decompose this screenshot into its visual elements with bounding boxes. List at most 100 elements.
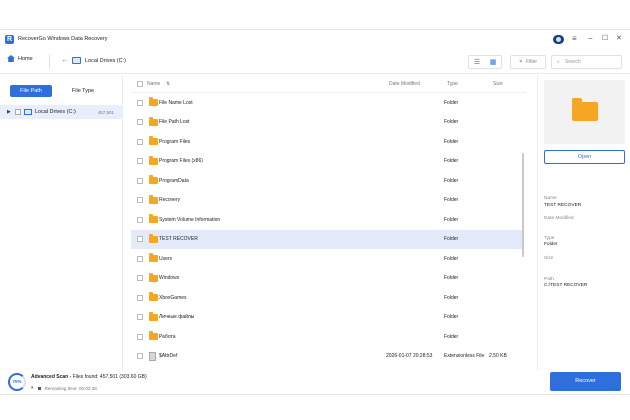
- files-found: Files found: 457,501 (303.60 GB): [72, 374, 147, 380]
- row-checkbox[interactable]: [137, 138, 143, 145]
- table-row[interactable]: XboxGames Folder: [131, 288, 523, 308]
- row-checkbox[interactable]: [137, 333, 143, 340]
- table-row[interactable]: Program Files Folder: [131, 132, 523, 152]
- folder-icon: [149, 214, 158, 224]
- preview-area: [544, 80, 625, 144]
- select-all-checkbox[interactable]: [137, 80, 143, 87]
- row-name: Program Files: [159, 138, 191, 145]
- minimize-icon[interactable]: −: [588, 34, 593, 44]
- table-row[interactable]: Recovery Folder: [131, 191, 523, 211]
- row-type: Folder: [444, 314, 459, 321]
- row-checkbox[interactable]: [137, 216, 143, 223]
- grid-view-icon[interactable]: ▦: [485, 56, 501, 68]
- row-type: Folder: [444, 255, 459, 262]
- row-name: $AttrDef: [159, 353, 178, 360]
- row-type: Folder: [444, 216, 459, 223]
- row-checkbox[interactable]: [137, 119, 143, 126]
- column-date-modified[interactable]: Date Modified: [389, 81, 420, 87]
- date-modified-label: Date Modified: [544, 216, 574, 221]
- toolbar-divider: [49, 55, 50, 69]
- list-header: Name ⇅ Date Modified Type Size: [131, 75, 526, 93]
- table-row[interactable]: Users Folder: [131, 249, 523, 269]
- row-date: 2026-01-07 20:28:53: [386, 353, 433, 360]
- table-row[interactable]: Работа Folder: [131, 327, 523, 347]
- folder-preview-icon: [572, 98, 598, 121]
- table-row[interactable]: TEST RECOVER Folder: [131, 229, 523, 249]
- row-checkbox[interactable]: [137, 99, 143, 106]
- maximize-icon[interactable]: ☐: [602, 34, 608, 44]
- row-checkbox[interactable]: [137, 158, 143, 165]
- scan-controls: ⏸ Remaining time: 00:03:28: [31, 385, 97, 391]
- table-row[interactable]: ProgramData Folder: [131, 171, 523, 191]
- table-row[interactable]: Личные файлы Folder: [131, 308, 523, 328]
- account-avatar-icon[interactable]: [553, 35, 564, 44]
- recover-button[interactable]: Recover: [550, 372, 621, 391]
- row-name: Windows: [159, 275, 180, 282]
- row-checkbox[interactable]: [137, 353, 143, 360]
- column-name[interactable]: Name: [147, 81, 160, 87]
- remaining-time: Remaining time: 00:03:28: [44, 385, 97, 391]
- row-name: XboxGames: [159, 294, 187, 301]
- row-name: TEST RECOVER: [159, 236, 198, 243]
- folder-icon: [149, 311, 158, 321]
- tab-file-path[interactable]: File Path: [10, 85, 52, 97]
- filter-label: Filter: [525, 59, 538, 65]
- search-placeholder: Search: [564, 59, 581, 65]
- folder-icon: [149, 253, 158, 263]
- row-name: Личные файлы: [159, 314, 195, 321]
- back-arrow-icon[interactable]: ←: [61, 56, 69, 64]
- table-row[interactable]: System Volume Information Folder: [131, 210, 523, 230]
- row-size: 2.50 KB: [489, 353, 507, 360]
- tree-item-local-drive[interactable]: ▶ Local Drives (C:) 457,501: [0, 105, 123, 119]
- table-row[interactable]: $AttrDef 2026-01-07 20:28:53 Extensionless…: [131, 347, 523, 367]
- table-row[interactable]: File Name Lost Folder: [131, 93, 523, 113]
- folder-icon: [149, 292, 158, 302]
- row-checkbox[interactable]: [137, 177, 143, 184]
- table-row[interactable]: File Path Lost Folder: [131, 113, 523, 133]
- row-type: Folder: [444, 119, 459, 126]
- path-value: C:/TEST RECOVER: [544, 283, 588, 288]
- row-checkbox[interactable]: [137, 197, 143, 204]
- tree-checkbox[interactable]: [14, 109, 21, 115]
- folder-icon: [149, 97, 158, 107]
- view-toggle: ☰ ▦: [468, 55, 502, 69]
- row-name: System Volume Information: [159, 216, 221, 223]
- row-checkbox[interactable]: [137, 255, 143, 262]
- row-type: Folder: [444, 138, 459, 145]
- stop-icon[interactable]: [37, 386, 41, 390]
- home-label: Home: [18, 55, 33, 62]
- drive-icon: [23, 109, 32, 115]
- pause-icon[interactable]: ⏸: [31, 385, 34, 391]
- sort-icon[interactable]: ⇅: [166, 81, 170, 87]
- table-row[interactable]: Windows Folder: [131, 269, 523, 289]
- row-checkbox[interactable]: [137, 275, 143, 282]
- row-checkbox[interactable]: [137, 236, 143, 243]
- home-button[interactable]: Home: [7, 55, 33, 62]
- search-input[interactable]: ⌕ Search: [551, 55, 622, 69]
- row-checkbox[interactable]: [137, 314, 143, 321]
- row-name: Работа: [159, 333, 176, 340]
- close-icon[interactable]: ✕: [616, 34, 622, 44]
- breadcrumb[interactable]: Local Drives (C:): [72, 57, 126, 64]
- table-row[interactable]: Program Files (x86) Folder: [131, 152, 523, 172]
- tab-file-type[interactable]: File Type: [62, 85, 104, 97]
- folder-icon: [149, 175, 158, 185]
- details-panel: Open Name TEST RECOVER Date Modified Typ…: [537, 75, 630, 370]
- expand-arrow-icon[interactable]: ▶: [7, 109, 11, 115]
- row-type: Folder: [444, 333, 459, 340]
- list-view-icon[interactable]: ☰: [469, 56, 485, 68]
- filter-button[interactable]: ⏷ Filter: [510, 55, 546, 69]
- folder-icon: [149, 136, 158, 146]
- column-size[interactable]: Size: [493, 81, 503, 87]
- path-label: Path: [544, 277, 554, 282]
- row-type: Folder: [444, 158, 459, 165]
- drive-icon: [72, 57, 81, 64]
- name-label: Name: [544, 196, 557, 201]
- column-type[interactable]: Type: [447, 81, 458, 87]
- folder-icon: [149, 233, 158, 243]
- open-button[interactable]: Open: [544, 150, 625, 164]
- row-checkbox[interactable]: [137, 294, 143, 301]
- list-scrollbar[interactable]: [522, 153, 524, 257]
- menu-icon[interactable]: ≡: [572, 34, 577, 44]
- name-value: TEST RECOVER: [544, 203, 582, 208]
